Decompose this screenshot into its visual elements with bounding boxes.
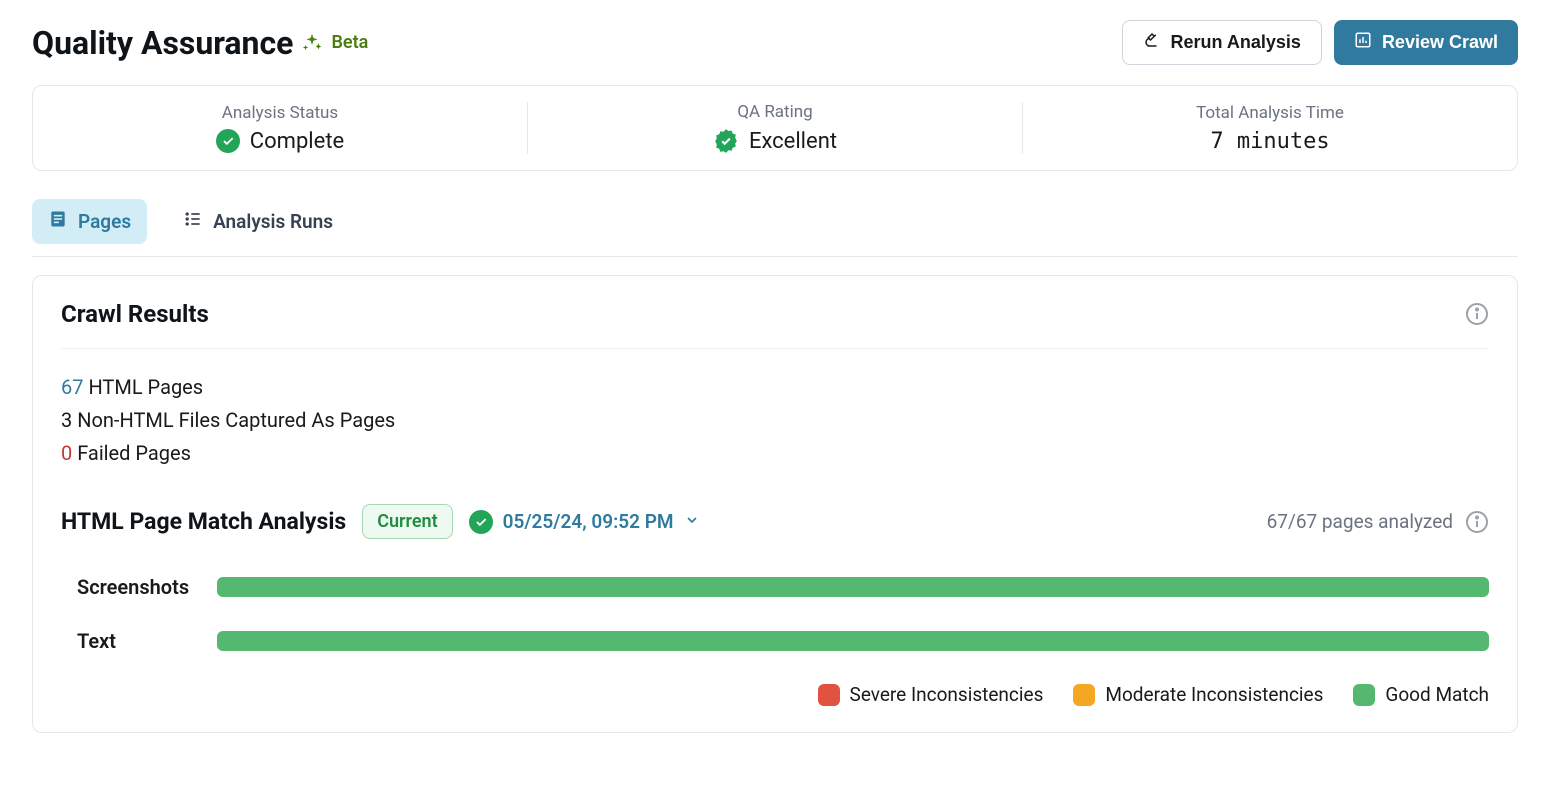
qa-rating-value-row: Excellent xyxy=(713,128,837,154)
tab-pages-label: Pages xyxy=(78,210,131,233)
qa-rating-value: Excellent xyxy=(749,129,837,154)
tab-pages[interactable]: Pages xyxy=(32,199,147,244)
header-actions: Rerun Analysis Review Crawl xyxy=(1122,20,1518,65)
html-pages-count[interactable]: 67 xyxy=(61,375,83,399)
analysis-time-value: 7 minutes xyxy=(1210,129,1329,154)
pages-icon xyxy=(48,209,68,234)
rerun-label: Rerun Analysis xyxy=(1171,32,1301,53)
seal-check-icon xyxy=(713,128,739,154)
current-pill: Current xyxy=(362,504,452,539)
text-bar xyxy=(217,631,1489,651)
analysis-status-label: Analysis Status xyxy=(222,103,338,123)
check-circle-icon xyxy=(216,129,240,153)
tabs: Pages Analysis Runs xyxy=(32,199,1518,244)
qa-rating-label: QA Rating xyxy=(737,102,812,122)
status-card: Analysis Status Complete QA Rating Excel… xyxy=(32,85,1518,171)
page-header: Quality Assurance Beta Rerun Analysis Re… xyxy=(32,20,1518,65)
crawl-stats: 67 HTML Pages 3 Non-HTML Files Captured … xyxy=(61,371,1489,470)
match-analysis-row: HTML Page Match Analysis Current 05/25/2… xyxy=(61,504,1489,539)
text-label: Text xyxy=(77,629,197,653)
chart-icon xyxy=(1354,31,1372,54)
swatch-severe-icon xyxy=(818,684,840,706)
rerun-analysis-button[interactable]: Rerun Analysis xyxy=(1122,20,1322,65)
swatch-moderate-icon xyxy=(1073,684,1095,706)
failed-count: 0 xyxy=(61,441,72,465)
beta-badge: Beta xyxy=(331,32,368,53)
chevron-down-icon xyxy=(684,510,700,533)
html-pages-label: HTML Pages xyxy=(83,375,203,399)
analyzed-count: 67/67 pages analyzed xyxy=(1267,510,1489,534)
legend-moderate-label: Moderate Inconsistencies xyxy=(1105,683,1323,706)
review-crawl-button[interactable]: Review Crawl xyxy=(1334,20,1518,65)
match-analysis-title: HTML Page Match Analysis xyxy=(61,508,346,535)
title-group: Quality Assurance Beta xyxy=(32,24,368,62)
timestamp-dropdown[interactable]: 05/25/24, 09:52 PM xyxy=(469,510,700,534)
panel-head: Crawl Results xyxy=(61,300,1489,349)
screenshots-label: Screenshots xyxy=(77,575,197,599)
screenshots-bar xyxy=(217,577,1489,597)
nonhtml-count: 3 xyxy=(61,408,72,432)
status-analysis: Analysis Status Complete xyxy=(33,102,528,154)
info-icon[interactable] xyxy=(1465,510,1489,534)
legend-severe-label: Severe Inconsistencies xyxy=(850,683,1044,706)
list-icon xyxy=(183,209,203,234)
legend-good-label: Good Match xyxy=(1385,683,1489,706)
screenshots-bar-row: Screenshots xyxy=(77,575,1489,599)
failed-label: Failed Pages xyxy=(72,441,191,465)
status-rating: QA Rating Excellent xyxy=(528,102,1023,154)
info-icon[interactable] xyxy=(1465,302,1489,326)
check-circle-icon xyxy=(469,510,493,534)
nonhtml-label: Non-HTML Files Captured As Pages xyxy=(72,408,395,432)
nonhtml-row: 3 Non-HTML Files Captured As Pages xyxy=(61,404,1489,437)
match-bars: Screenshots Text Severe Inconsistencies … xyxy=(61,575,1489,706)
legend-good: Good Match xyxy=(1353,683,1489,706)
review-label: Review Crawl xyxy=(1382,32,1498,53)
html-pages-row: 67 HTML Pages xyxy=(61,371,1489,404)
sparkle-icon xyxy=(301,32,323,54)
tab-analysis-runs[interactable]: Analysis Runs xyxy=(167,199,349,244)
analyzed-text: 67/67 pages analyzed xyxy=(1267,510,1453,533)
legend: Severe Inconsistencies Moderate Inconsis… xyxy=(77,683,1489,706)
microscope-icon xyxy=(1143,31,1161,54)
crawl-results-title: Crawl Results xyxy=(61,300,209,328)
page-title: Quality Assurance xyxy=(32,24,293,62)
crawl-results-panel: Crawl Results 67 HTML Pages 3 Non-HTML F… xyxy=(32,275,1518,733)
analysis-status-value-row: Complete xyxy=(216,129,344,154)
legend-moderate: Moderate Inconsistencies xyxy=(1073,683,1323,706)
analysis-status-value: Complete xyxy=(250,129,344,154)
legend-severe: Severe Inconsistencies xyxy=(818,683,1044,706)
tab-runs-label: Analysis Runs xyxy=(213,210,333,233)
swatch-good-icon xyxy=(1353,684,1375,706)
divider xyxy=(32,256,1518,257)
text-bar-row: Text xyxy=(77,629,1489,653)
timestamp-text: 05/25/24, 09:52 PM xyxy=(503,510,674,533)
failed-row: 0 Failed Pages xyxy=(61,437,1489,470)
analysis-time-label: Total Analysis Time xyxy=(1196,103,1344,123)
status-time: Total Analysis Time 7 minutes xyxy=(1023,102,1517,154)
